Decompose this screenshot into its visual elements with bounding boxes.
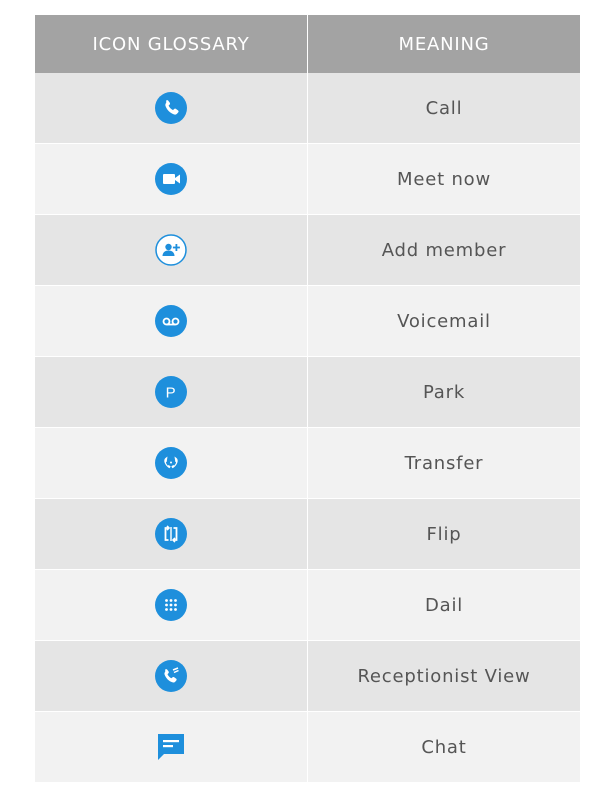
phone-icon — [155, 92, 187, 124]
voicemail-icon — [155, 305, 187, 337]
park-glyph: P — [166, 385, 177, 402]
table-row: P Park — [35, 356, 580, 428]
table-row: Add member — [35, 214, 580, 286]
dialpad-icon — [155, 589, 187, 621]
table-row: Dail — [35, 569, 580, 641]
flip-icon — [155, 518, 187, 550]
table-row: Meet now — [35, 143, 580, 215]
meaning-cell: Transfer — [307, 427, 580, 499]
meaning-cell: Meet now — [307, 143, 580, 215]
receptionist-view-icon — [155, 660, 187, 692]
icon-glossary-header: ICON GLOSSARY — [35, 15, 308, 73]
meaning-cell: Add member — [307, 214, 580, 286]
meaning-cell: Chat — [307, 711, 580, 783]
table-row: Receptionist View — [35, 640, 580, 712]
video-camera-icon — [155, 163, 187, 195]
meaning-cell: Dail — [307, 569, 580, 641]
table-row: Flip — [35, 498, 580, 570]
meaning-cell: Flip — [307, 498, 580, 570]
park-icon: P — [155, 376, 187, 408]
meaning-header: MEANING — [307, 15, 580, 73]
meaning-cell: Receptionist View — [307, 640, 580, 712]
table-row: Chat — [35, 711, 580, 783]
chat-icon — [155, 731, 187, 763]
meaning-cell: Call — [307, 73, 580, 144]
add-member-icon — [155, 234, 187, 266]
table-row: Transfer — [35, 427, 580, 499]
table-row: Voicemail — [35, 285, 580, 357]
table-row: Call — [35, 73, 580, 144]
icon-glossary-table: ICON GLOSSARY MEANING Call Meet now Add … — [35, 15, 580, 783]
meaning-cell: Voicemail — [307, 285, 580, 357]
meaning-cell: Park — [307, 356, 580, 428]
table-header-row: ICON GLOSSARY MEANING — [35, 15, 580, 73]
transfer-icon — [155, 447, 187, 479]
